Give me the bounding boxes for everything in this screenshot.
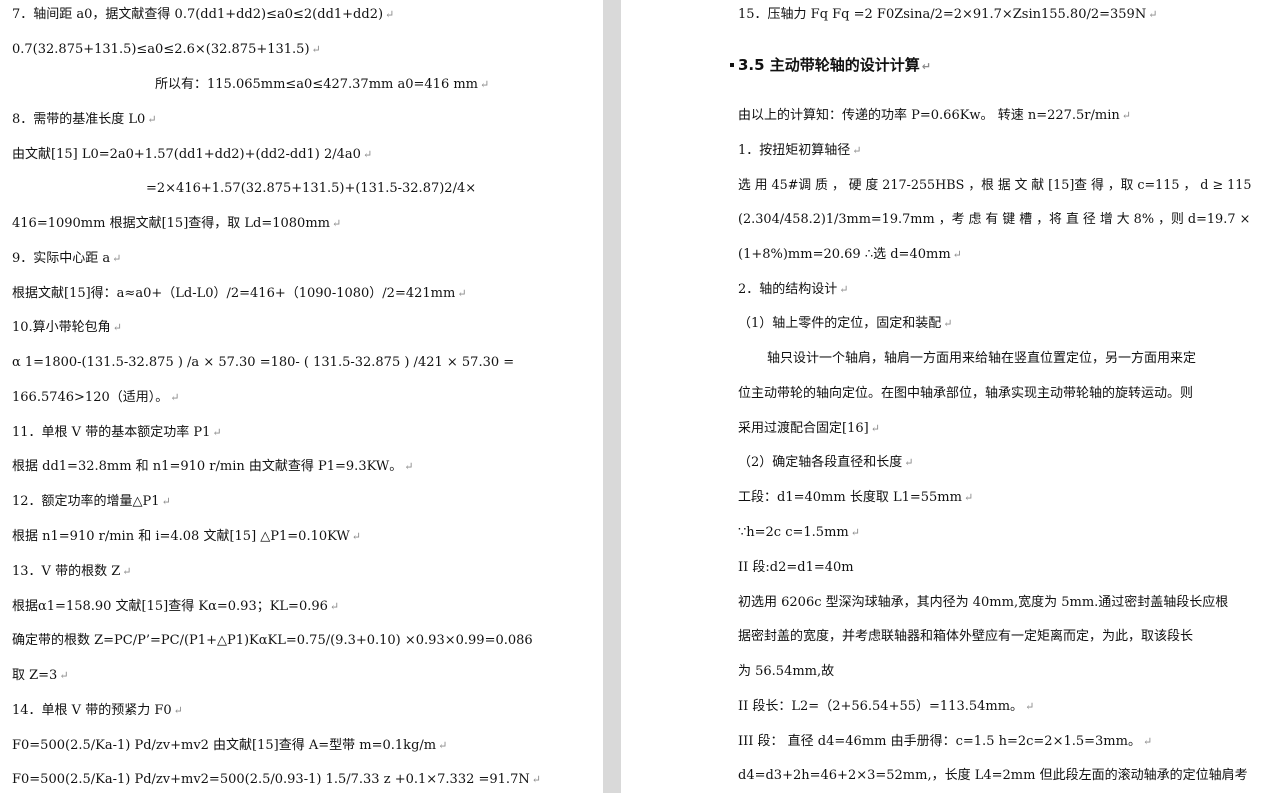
page-gutter bbox=[603, 0, 621, 793]
text-line: d4=d3+2h=46+2×3=52mm,，长度 L4=2mm 但此段左面的滚动… bbox=[738, 768, 1248, 783]
text-line: 根据α1=158.90 文献[15]查得 Kα=0.93；KL=0.96 ↵ bbox=[12, 599, 340, 614]
text-line: 根据文献[15]得：a≈a0+（Ld-L0）/2=416+（1090-1080）… bbox=[12, 286, 467, 301]
text-line: 由文献[15] L0=2a0+1.57(dd1+dd2)+(dd2-dd1) 2… bbox=[12, 147, 373, 162]
text-line: (1+8%)mm=20.69 ∴选 d=40mm ↵ bbox=[738, 247, 962, 262]
text-line: 采用过渡配合固定[16] ↵ bbox=[738, 421, 880, 436]
text-line: 416=1090mm 根据文献[15]查得，取 Ld=1080mm ↵ bbox=[12, 216, 342, 231]
text-line: 初选用 6206c 型深沟球轴承，其内径为 40mm,宽度为 5mm.通过密封盖… bbox=[738, 595, 1229, 610]
page-right[interactable]: 15．压轴力 Fq Fq =2 F0Zsina/2=2×91.7×Zsin155… bbox=[621, 0, 1261, 793]
text-line: 7．轴间距 a0，据文献查得 0.7(dd1+dd2)≤a0≤2(dd1+dd2… bbox=[12, 7, 395, 22]
text-line: F0=500(2.5/Ka-1) Pd/zv+mv2 由文献[15]查得 A=型… bbox=[12, 738, 448, 753]
text-line: （1）轴上零件的定位，固定和装配 ↵ bbox=[738, 316, 953, 331]
text-line: 根据 n1=910 r/min 和 i=4.08 文献[15] △P1=0.10… bbox=[12, 529, 361, 544]
text-line: II 段:d2=d1=40m bbox=[738, 560, 854, 575]
text-line: 由以上的计算知：传递的功率 P=0.66Kw。 转速 n=227.5r/min ↵ bbox=[738, 108, 1131, 123]
text-line: F0=500(2.5/Ka-1) Pd/zv+mv2=500(2.5/0.93-… bbox=[12, 772, 541, 787]
text-line: 工段：d1=40mm 长度取 L1=55mm ↵ bbox=[738, 490, 974, 505]
text-line: II 段长：L2=（2+56.54+55）=113.54mm。 ↵ bbox=[738, 699, 1035, 714]
text-line: 为 56.54mm,故 bbox=[738, 664, 835, 679]
text-line: 9．实际中心距 a ↵ bbox=[12, 251, 122, 266]
text-line: 166.5746>120（适用）。 ↵ bbox=[12, 390, 180, 405]
text-line: 13．V 带的根数 Z ↵ bbox=[12, 564, 132, 579]
text-line: =2×416+1.57(32.875+131.5)+(131.5-32.87)2… bbox=[146, 181, 477, 196]
text-line: 据密封盖的宽度，并考虑联轴器和箱体外壁应有一定矩离而定，为此，取该段长 bbox=[738, 629, 1194, 644]
page-left[interactable]: 7．轴间距 a0，据文献查得 0.7(dd1+dd2)≤a0≤2(dd1+dd2… bbox=[0, 0, 603, 793]
text-line: α 1=1800-(131.5-32.875 ) /a × 57.30 =180… bbox=[12, 355, 515, 370]
text-line: III 段： 直径 d4=46mm 由手册得：c=1.5 h=2c=2×1.5=… bbox=[738, 734, 1153, 749]
text-line: ∵h=2c c=1.5mm ↵ bbox=[738, 525, 860, 540]
text-line: 根据 dd1=32.8mm 和 n1=910 r/min 由文献查得 P1=9.… bbox=[12, 459, 414, 474]
text-line: 轴只设计一个轴肩，轴肩一方面用来给轴在竖直位置定位，另一方面用来定 bbox=[767, 351, 1197, 366]
text-line: 8．需带的基准长度 L0 ↵ bbox=[12, 112, 157, 127]
text-line: 选 用 45#调 质 ， 硬 度 217-255HBS ，根 据 文 献 [15… bbox=[738, 178, 1252, 193]
heading-bullet bbox=[730, 63, 734, 67]
text-line: (2.304/458.2)1/3mm=19.7mm ，考 虑 有 键 槽 ，将 … bbox=[738, 212, 1251, 227]
text-line: 11．单根 V 带的基本额定功率 P1 ↵ bbox=[12, 425, 222, 440]
section-heading: 3.5 主动带轮轴的设计计算 ↵ bbox=[738, 56, 932, 74]
text-line: 取 Z=3 ↵ bbox=[12, 668, 69, 683]
text-line: 12．额定功率的增量△P1 ↵ bbox=[12, 494, 171, 509]
text-line: 0.7(32.875+131.5)≤a0≤2.6×(32.875+131.5) ↵ bbox=[12, 42, 321, 57]
text-line: 确定带的根数 Z=PC/P’=PC/(P1+△P1)KαKL=0.75/(9.3… bbox=[12, 633, 533, 648]
document-canvas: 7．轴间距 a0，据文献查得 0.7(dd1+dd2)≤a0≤2(dd1+dd2… bbox=[0, 0, 1261, 793]
text-line: 1．按扭矩初算轴径 ↵ bbox=[738, 143, 862, 158]
text-line: 2．轴的结构设计 ↵ bbox=[738, 282, 849, 297]
text-line: 所以有：115.065mm≤a0≤427.37mm a0=416 mm ↵ bbox=[155, 77, 490, 92]
text-line: （2）确定轴各段直径和长度 ↵ bbox=[738, 455, 914, 470]
text-line: 位主动带轮的轴向定位。在图中轴承部位，轴承实现主动带轮轴的旋转运动。则 bbox=[738, 386, 1194, 401]
text-line: 14．单根 V 带的预紧力 F0 ↵ bbox=[12, 703, 183, 718]
text-line: 15．压轴力 Fq Fq =2 F0Zsina/2=2×91.7×Zsin155… bbox=[738, 7, 1158, 22]
text-line: 10.算小带轮包角 ↵ bbox=[12, 320, 122, 335]
